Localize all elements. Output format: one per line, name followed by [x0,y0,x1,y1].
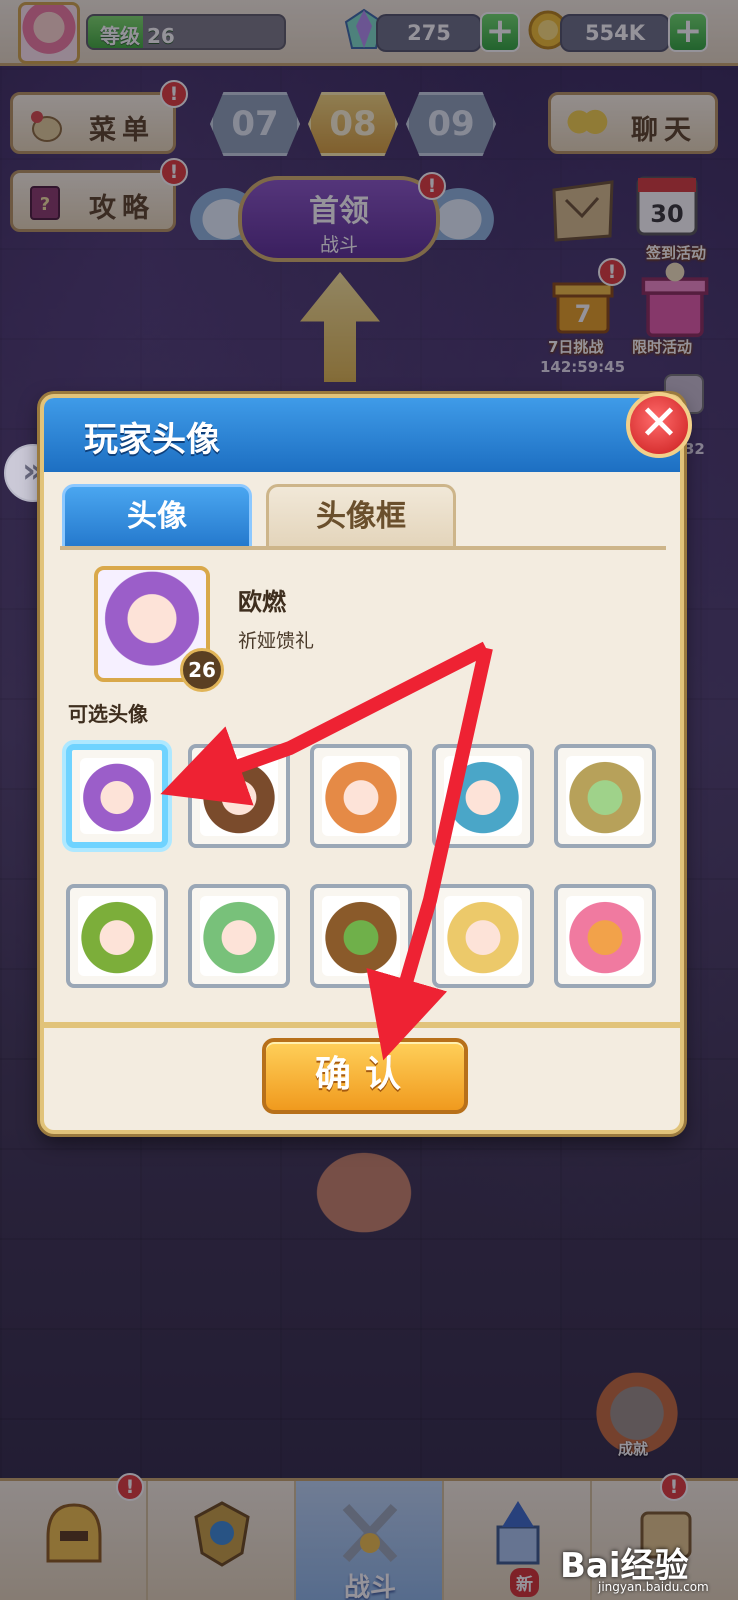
avatar-option-orange-hair-girl[interactable] [310,744,412,848]
avatar-portrait-icon [444,756,522,836]
avatar-portrait-icon [80,758,154,834]
current-avatar-name: 欧燃 [238,588,286,616]
selectable-avatars-label: 可选头像 [68,702,148,726]
tab-avatar[interactable]: 头像 [62,484,252,548]
dialog-title: 玩家头像 [84,420,220,460]
avatar-option-blue-hair-boy[interactable] [432,744,534,848]
avatar-portrait-icon [200,756,278,836]
avatar-portrait-icon [566,756,644,836]
avatar-option-green-hood-girl[interactable] [66,884,168,988]
avatar-portrait-icon [566,896,644,976]
current-avatar-source: 祈娅馈礼 [238,630,315,652]
avatar-portrait-icon [200,896,278,976]
avatar-option-purple-horned-girl[interactable] [66,744,168,848]
tab-avatar-frame[interactable]: 头像框 [266,484,456,548]
avatar-dialog: 玩家头像 ✕ 头像 头像框 26 欧燃 祈娅馈礼 可选头像 确认 [40,392,692,1134]
avatar-portrait-icon [444,896,522,976]
tab-underline [60,546,666,550]
watermark-url: jingyan.baidu.com [598,1580,709,1594]
avatar-option-green-hair-girl[interactable] [188,884,290,988]
footer-divider [44,1022,680,1028]
avatar-portrait-icon [322,896,400,976]
avatar-option-frog-hat-girl[interactable] [554,744,656,848]
avatar-option-blonde-girl[interactable] [432,884,534,988]
confirm-button[interactable]: 确认 [262,1038,468,1114]
current-level-badge: 26 [180,648,224,692]
dialog-header: 玩家头像 [44,398,680,472]
close-button[interactable]: ✕ [626,392,692,458]
avatar-option-pink-fox-girl[interactable] [554,884,656,988]
avatar-portrait-icon [78,896,156,976]
avatar-option-mushroom-creature[interactable] [310,884,412,988]
avatar-portrait-icon [322,756,400,836]
avatar-option-brown-hair-girl[interactable] [188,744,290,848]
